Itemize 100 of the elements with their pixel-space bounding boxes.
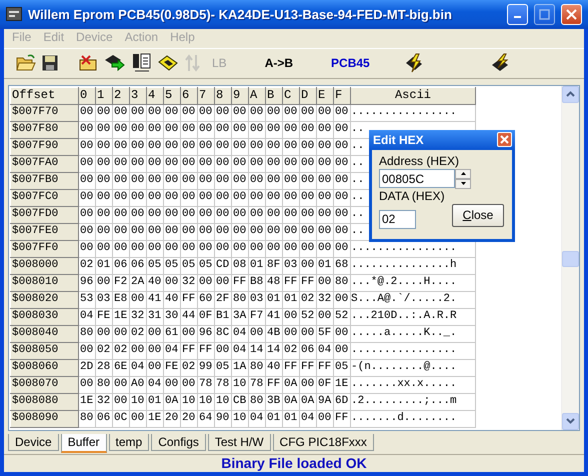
hex-cell[interactable]: 0A [164, 393, 180, 410]
hex-cell[interactable]: 00 [96, 240, 112, 258]
tab[interactable]: temp [108, 434, 150, 451]
hex-cell[interactable]: FF [180, 291, 198, 308]
hex-cell[interactable]: 41 [266, 308, 282, 326]
hex-cell[interactable]: 40 [146, 274, 164, 292]
hex-cell[interactable]: 00 [214, 172, 232, 190]
hex-cell[interactable]: 78 [198, 376, 214, 394]
hex-cell[interactable]: 00 [282, 206, 300, 224]
hex-cell[interactable]: FF [198, 342, 214, 360]
close-button[interactable] [561, 4, 582, 25]
hex-cell[interactable]: 00 [198, 240, 214, 258]
hex-cell[interactable]: FE [96, 308, 112, 326]
hex-cell[interactable]: 14 [266, 342, 282, 360]
hex-cell[interactable]: 00 [282, 121, 300, 138]
hex-cell[interactable]: 00 [316, 121, 334, 138]
hex-cell[interactable]: 44 [180, 308, 198, 326]
hex-cell[interactable]: 0C [112, 410, 130, 428]
tab[interactable]: Device [8, 434, 59, 451]
hex-cell[interactable]: 00 [180, 172, 198, 190]
hex-cell[interactable]: 04 [232, 342, 248, 360]
hex-cell[interactable]: 00 [214, 155, 232, 172]
hex-cell[interactable]: 10 [232, 410, 248, 428]
hex-cell[interactable]: 00 [334, 342, 350, 360]
hex-cell[interactable]: 14 [248, 342, 266, 360]
hex-cell[interactable]: 80 [248, 393, 266, 410]
hex-cell[interactable]: 00 [316, 172, 334, 190]
close-dialog-button[interactable]: Close [452, 204, 504, 227]
hex-cell[interactable]: 00 [300, 172, 316, 190]
hex-cell[interactable]: 00 [164, 155, 180, 172]
hex-cell[interactable]: F7 [248, 308, 266, 326]
hex-cell[interactable]: 00 [112, 172, 130, 190]
hex-cell[interactable]: 00 [214, 342, 232, 360]
hex-cell[interactable]: 00 [214, 223, 232, 240]
hex-cell[interactable]: 2A [130, 274, 146, 292]
hex-cell[interactable]: 00 [146, 121, 164, 138]
hex-cell[interactable]: 00 [164, 376, 180, 394]
hex-cell[interactable]: 32 [96, 393, 112, 410]
tab[interactable]: Buffer [60, 434, 106, 453]
hex-cell[interactable]: 00 [146, 223, 164, 240]
hex-cell[interactable]: 00 [266, 155, 282, 172]
hex-cell[interactable]: 03 [248, 291, 266, 308]
hex-cell[interactable]: 00 [248, 206, 266, 224]
hex-cell[interactable]: 0F [198, 308, 214, 326]
hex-cell[interactable]: 00 [334, 155, 350, 172]
hex-cell[interactable]: 00 [146, 206, 164, 224]
hex-cell[interactable]: 00 [232, 206, 248, 224]
hex-cell[interactable]: CD [214, 257, 232, 274]
hex-cell[interactable]: 00 [282, 240, 300, 258]
hex-cell[interactable]: 00 [198, 155, 214, 172]
hex-cell[interactable]: 00 [214, 240, 232, 258]
toolbar-button[interactable]: PCB45 [327, 51, 374, 76]
hex-cell[interactable]: 05 [146, 257, 164, 274]
hex-cell[interactable]: 64 [198, 410, 214, 428]
hex-cell[interactable]: 04 [146, 376, 164, 394]
hex-cell[interactable]: 08 [232, 257, 248, 274]
hex-cell[interactable]: FF [180, 342, 198, 360]
hex-cell[interactable]: 00 [164, 223, 180, 240]
hex-cell[interactable]: 00 [266, 138, 282, 156]
hex-cell[interactable]: 00 [112, 325, 130, 342]
hex-cell[interactable]: 10 [198, 393, 214, 410]
hex-cell[interactable]: 04 [232, 325, 248, 342]
minimize-button[interactable] [507, 4, 528, 25]
hex-cell[interactable]: 00 [214, 121, 232, 138]
hex-cell[interactable]: 10 [130, 393, 146, 410]
hex-cell[interactable]: 6D [334, 393, 350, 410]
hex-cell[interactable]: F2 [112, 274, 130, 292]
hex-cell[interactable]: 04 [130, 359, 146, 376]
hex-cell[interactable]: 96 [198, 325, 214, 342]
hex-cell[interactable]: 00 [112, 121, 130, 138]
hex-cell[interactable]: 04 [300, 410, 316, 428]
hex-cell[interactable]: 00 [180, 325, 198, 342]
hex-cell[interactable]: 2F [214, 291, 232, 308]
hex-cell[interactable]: 00 [316, 206, 334, 224]
data-field[interactable]: 02 [379, 210, 416, 229]
hex-cell[interactable]: 28 [96, 359, 112, 376]
hex-cell[interactable]: 01 [248, 257, 266, 274]
hex-cell[interactable]: 00 [316, 138, 334, 156]
hex-cell[interactable]: 00 [282, 189, 300, 206]
hex-cell[interactable]: 00 [78, 189, 96, 206]
hex-cell[interactable]: 04 [248, 410, 266, 428]
hex-cell[interactable]: 00 [266, 206, 282, 224]
hex-cell[interactable]: 00 [112, 138, 130, 156]
hex-cell[interactable]: 00 [130, 206, 146, 224]
hex-cell[interactable]: 02 [300, 291, 316, 308]
hex-cell[interactable]: 00 [96, 104, 112, 122]
hex-cell[interactable]: 00 [130, 410, 146, 428]
hex-cell[interactable]: 00 [232, 155, 248, 172]
hex-cell[interactable]: 00 [96, 274, 112, 292]
hex-cell[interactable]: 32 [316, 291, 334, 308]
hex-cell[interactable]: 01 [282, 291, 300, 308]
hex-cell[interactable]: 02 [96, 342, 112, 360]
hex-cell[interactable]: 01 [316, 257, 334, 274]
hex-cell[interactable]: 02 [112, 342, 130, 360]
hex-cell[interactable]: 00 [232, 104, 248, 122]
hex-cell[interactable]: 00 [334, 104, 350, 122]
hex-cell[interactable]: 6E [112, 359, 130, 376]
hex-cell[interactable]: FF [316, 359, 334, 376]
address-field[interactable]: 00805C [379, 169, 455, 188]
hex-cell[interactable]: 3B [266, 393, 282, 410]
